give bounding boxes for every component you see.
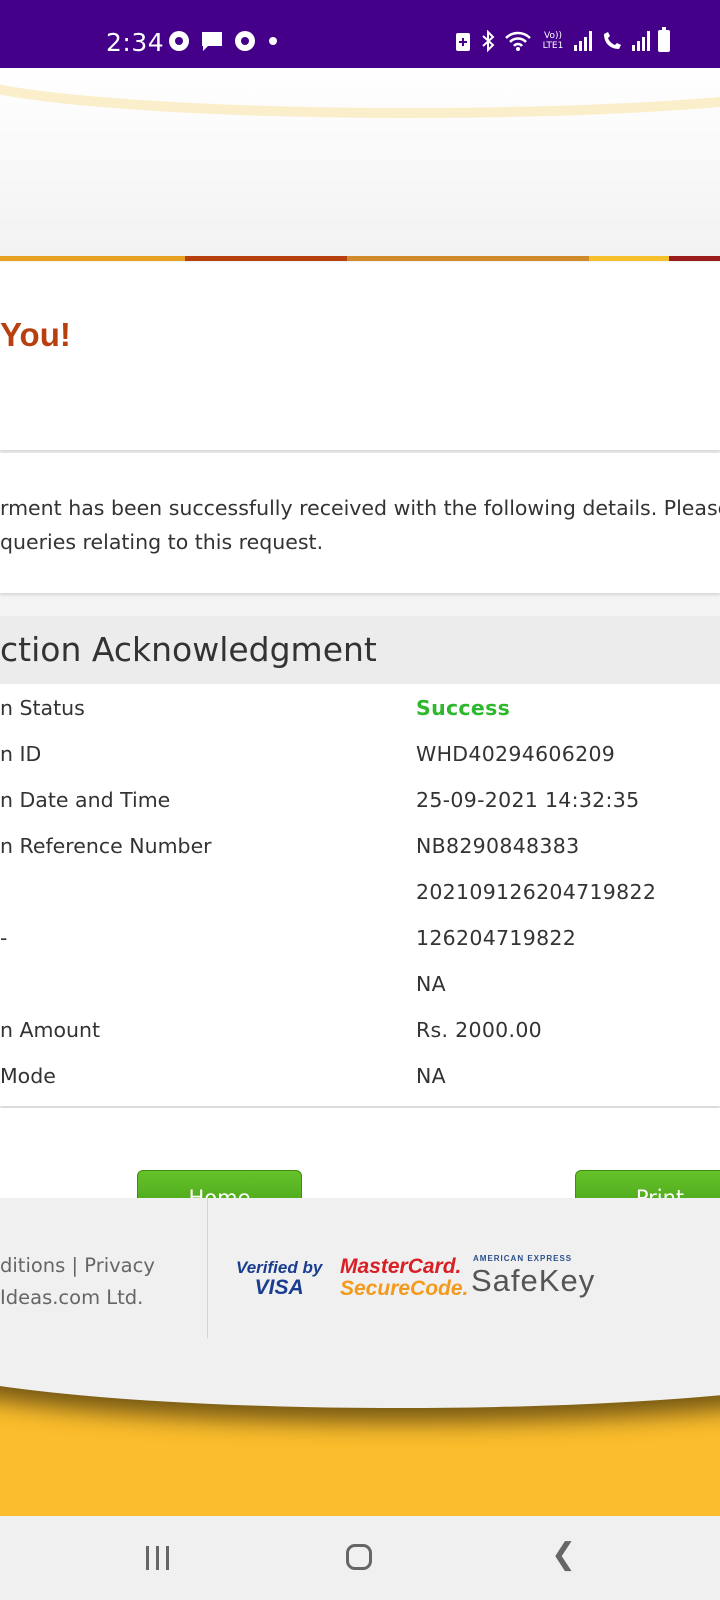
header-color-strip: [0, 256, 720, 261]
message-card: rment has been successfully received wit…: [0, 453, 720, 593]
row-label: n Date and Time: [0, 788, 171, 812]
status-bar: 2:34 Vo)) LTE1: [0, 0, 720, 68]
row-label: n Status: [0, 696, 85, 720]
row-value: 20210912620471982​2: [416, 880, 657, 904]
visa-logo-top: Verified by: [236, 1258, 323, 1277]
volte-icon: Vo)) LTE1: [542, 31, 564, 51]
signal-icon: [574, 31, 592, 51]
message-icon: [202, 32, 222, 51]
header-banner: [0, 68, 720, 258]
terms-privacy-link[interactable]: ditions | Privacy: [0, 1254, 155, 1277]
wifi-icon: [505, 31, 531, 51]
row-value: NA: [416, 1064, 446, 1088]
amex-logo-top: AMERICAN EXPRESS: [473, 1254, 573, 1263]
mastercard-securecode-logo: MasterCard. SecureCode.: [340, 1256, 468, 1300]
aperture-icon: [169, 31, 189, 51]
row-label: n ID: [0, 742, 42, 766]
row-label: n Reference Number: [0, 834, 212, 858]
row-value: 126204719822: [416, 926, 577, 950]
verified-by-visa-logo: Verified by VISA: [236, 1258, 322, 1298]
confirmation-message: rment has been successfully received wit…: [0, 491, 720, 559]
amex-logo-bottom: SafeKey: [471, 1263, 596, 1298]
row-label: Mode: [0, 1064, 56, 1088]
table-row: n Status Success: [0, 696, 720, 742]
recents-icon[interactable]: [146, 1546, 169, 1570]
battery-icon: [658, 27, 670, 52]
bluetooth-icon: [482, 30, 495, 52]
status-time: 2:34: [106, 28, 165, 57]
mastercard-logo-top: MasterCard.: [340, 1255, 462, 1278]
wifi-calling-icon: [604, 32, 621, 49]
table-row: n Date and Time 25-09-2021 14:32:35: [0, 788, 720, 834]
status-value: Success: [416, 696, 511, 720]
row-label: n Amount: [0, 1018, 101, 1042]
row-label: -: [0, 926, 8, 950]
system-icons: Vo)) LTE1: [454, 27, 670, 52]
table-row: 20210912620471982​2: [0, 880, 720, 926]
home-icon[interactable]: [346, 1544, 372, 1570]
thank-you-card: You!: [0, 262, 720, 450]
back-icon[interactable]: ❮: [551, 1540, 576, 1570]
acknowledgment-title: ction Acknowledgment: [0, 630, 377, 669]
amex-safekey-logo: AMERICAN EXPRESS SafeKey: [471, 1254, 595, 1299]
row-value: Rs. 2000.00: [416, 1018, 543, 1042]
acknowledgment-header: ction Acknowledgment: [0, 616, 720, 684]
payment-page: You! rment has been successfully receive…: [0, 68, 720, 1516]
table-row: n Reference Number NB8290848383: [0, 834, 720, 880]
row-value: 25-09-2021 14:32:35: [416, 788, 640, 812]
row-value: WHD40294606209: [416, 742, 616, 766]
table-row: Mode NA: [0, 1064, 720, 1110]
row-value: NB8290848383: [416, 834, 580, 858]
message-line-2: queries relating to this request.: [0, 530, 324, 554]
table-row: - 126204719822: [0, 926, 720, 972]
message-line-1: rment has been successfully received wit…: [0, 496, 720, 520]
copyright-text: Ideas.com Ltd.: [0, 1286, 144, 1309]
footer: ditions | Privacy Ideas.com Ltd. Verifie…: [0, 1198, 720, 1348]
notification-icons: [168, 30, 280, 52]
battery-saver-icon: [456, 33, 470, 51]
footer-links: ditions | Privacy Ideas.com Ltd.: [0, 1250, 155, 1314]
visa-logo-bottom: VISA: [254, 1276, 304, 1299]
table-row: NA: [0, 972, 720, 1018]
page-title: You!: [0, 316, 71, 353]
signal-icon: [632, 31, 650, 51]
table-row: n Amount Rs. 2000.00: [0, 1018, 720, 1064]
footer-divider: [207, 1198, 208, 1338]
table-row: n ID WHD40294606209: [0, 742, 720, 788]
dot-icon: [269, 37, 277, 45]
header-wave: [0, 68, 720, 108]
aperture-icon: [235, 31, 255, 51]
row-value: NA: [416, 972, 446, 996]
system-nav-bar: ❮: [0, 1516, 720, 1600]
mastercard-logo-bottom: SecureCode.: [340, 1277, 469, 1300]
transaction-acknowledgment: ction Acknowledgment n Status Success n …: [0, 616, 720, 1106]
